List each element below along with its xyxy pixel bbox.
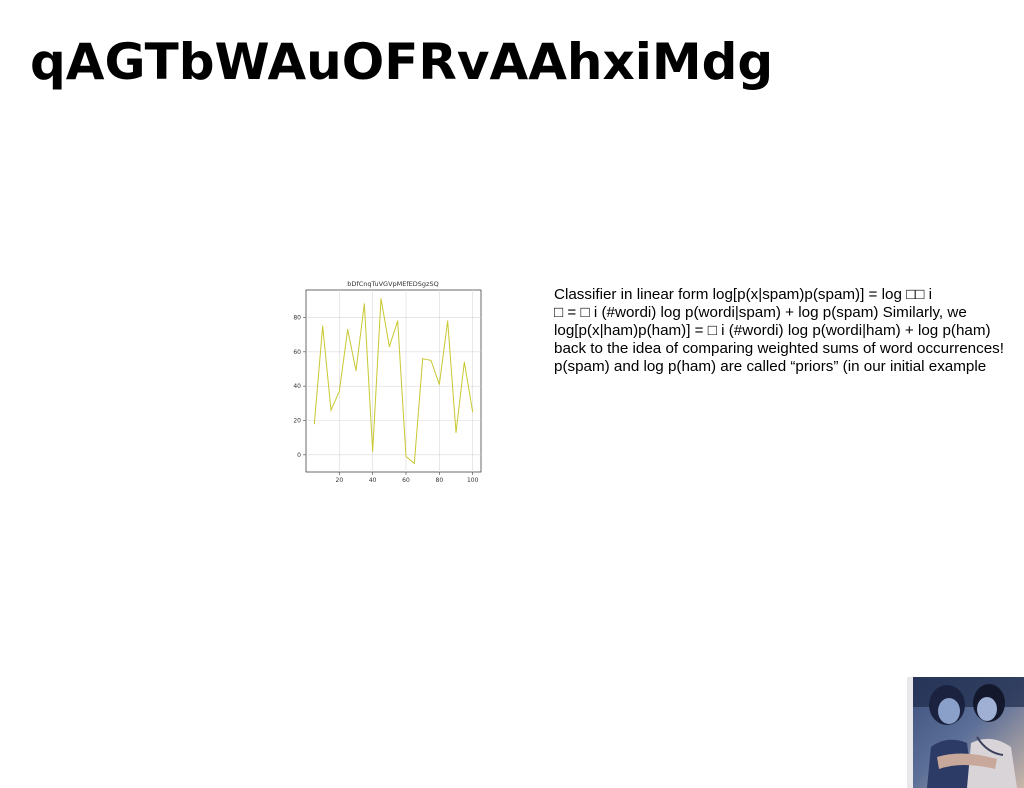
data-point: [413, 462, 415, 464]
y-tick-label: 0: [297, 452, 301, 459]
chart-title: bDfCnqTuVGVpMEfEDSgzSQ: [347, 280, 438, 288]
data-point: [422, 358, 424, 360]
y-tick-label: 80: [293, 314, 301, 321]
data-point: [397, 320, 399, 322]
people-photo: [907, 677, 1024, 788]
chart-svg: bDfCnqTuVGVpMEfEDSgzSQ 20 40 60 80 100 0 20 40 6…: [293, 280, 482, 484]
line-chart: bDfCnqTuVGVpMEfEDSgzSQ 20 40 60 80 100 0 20 40 6…: [284, 276, 488, 488]
data-point: [455, 432, 457, 434]
x-tick-label: 40: [369, 477, 377, 484]
y-tick-label: 60: [293, 349, 301, 356]
text-line: back to the idea of comparing weighted s…: [554, 340, 1004, 357]
data-point: [447, 320, 449, 322]
text-line: □ = □ i (#wordi) log p(wordi|spam) + log…: [554, 304, 967, 321]
text-line: p(spam) and log p(ham) are called “prior…: [554, 358, 987, 375]
text-line: log[p(x|ham)p(ham)] = □ i (#wordi) log p…: [554, 322, 991, 339]
x-tick-label: 100: [467, 477, 479, 484]
data-point: [363, 303, 365, 305]
data-point: [313, 423, 315, 425]
data-point: [322, 325, 324, 327]
data-point: [438, 383, 440, 385]
data-point: [463, 361, 465, 363]
photo-illustration: [907, 677, 1024, 788]
text-line: Classifier in linear form log[p(x|spam)p…: [554, 286, 933, 303]
data-point: [472, 411, 474, 413]
slide-title: qAGTbWAuOFRvAAhxiMdg: [30, 33, 774, 91]
body-text: Classifier in linear form log[p(x|spam)p…: [554, 286, 1024, 376]
data-point: [330, 409, 332, 411]
data-point: [430, 359, 432, 361]
data-point: [338, 390, 340, 392]
data-point: [388, 346, 390, 348]
x-tick-label: 20: [336, 477, 344, 484]
x-tick-label: 60: [402, 477, 410, 484]
data-point: [380, 298, 382, 300]
data-point: [372, 450, 374, 452]
y-tick-label: 40: [293, 383, 301, 390]
data-point: [405, 456, 407, 458]
data-point: [347, 328, 349, 330]
y-tick-label: 20: [293, 417, 301, 424]
data-point: [355, 370, 357, 372]
x-tick-label: 80: [436, 477, 444, 484]
